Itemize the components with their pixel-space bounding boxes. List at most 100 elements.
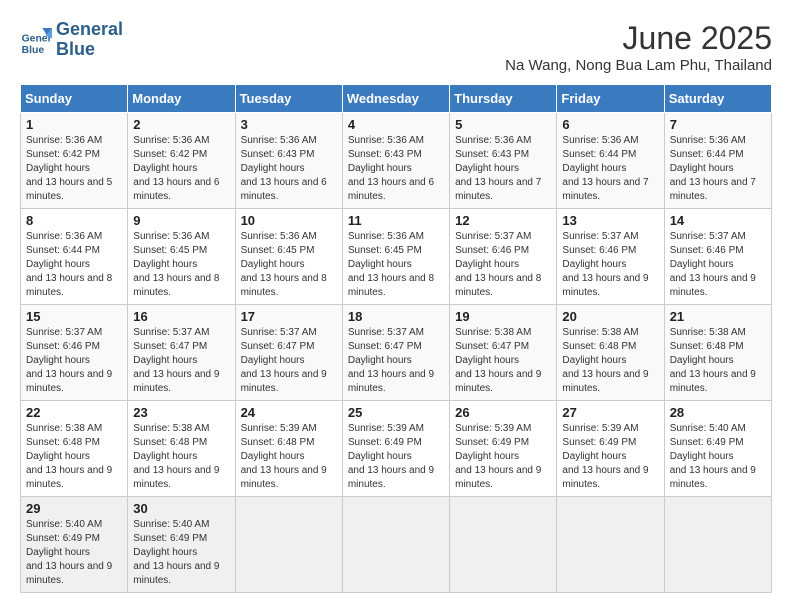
day-info: Sunrise: 5:40 AMSunset: 6:49 PMDaylight …	[133, 519, 219, 586]
col-thursday: Thursday	[450, 85, 557, 113]
day-info: Sunrise: 5:37 AMSunset: 6:46 PMDaylight …	[26, 327, 112, 394]
table-row: 1 Sunrise: 5:36 AMSunset: 6:42 PMDayligh…	[21, 113, 128, 209]
table-row: 22 Sunrise: 5:38 AMSunset: 6:48 PMDaylig…	[21, 401, 128, 497]
day-number: 7	[670, 117, 766, 132]
table-row: 25 Sunrise: 5:39 AMSunset: 6:49 PMDaylig…	[342, 401, 449, 497]
day-info: Sunrise: 5:36 AMSunset: 6:42 PMDaylight …	[26, 135, 112, 202]
table-row: 28 Sunrise: 5:40 AMSunset: 6:49 PMDaylig…	[664, 401, 771, 497]
col-saturday: Saturday	[664, 85, 771, 113]
day-info: Sunrise: 5:37 AMSunset: 6:46 PMDaylight …	[562, 231, 648, 298]
day-info: Sunrise: 5:36 AMSunset: 6:42 PMDaylight …	[133, 135, 219, 202]
table-row: 12 Sunrise: 5:37 AMSunset: 6:46 PMDaylig…	[450, 209, 557, 305]
day-number: 18	[348, 309, 444, 324]
table-row: 6 Sunrise: 5:36 AMSunset: 6:44 PMDayligh…	[557, 113, 664, 209]
calendar-table: Sunday Monday Tuesday Wednesday Thursday…	[20, 84, 772, 593]
col-tuesday: Tuesday	[235, 85, 342, 113]
day-number: 8	[26, 213, 122, 228]
table-row	[235, 497, 342, 593]
day-number: 26	[455, 405, 551, 420]
table-row: 17 Sunrise: 5:37 AMSunset: 6:47 PMDaylig…	[235, 305, 342, 401]
day-info: Sunrise: 5:37 AMSunset: 6:47 PMDaylight …	[241, 327, 327, 394]
table-row: 21 Sunrise: 5:38 AMSunset: 6:48 PMDaylig…	[664, 305, 771, 401]
day-info: Sunrise: 5:36 AMSunset: 6:44 PMDaylight …	[26, 231, 112, 298]
calendar-week-row: 22 Sunrise: 5:38 AMSunset: 6:48 PMDaylig…	[21, 401, 772, 497]
logo-text: General Blue	[56, 20, 123, 60]
day-number: 24	[241, 405, 337, 420]
table-row: 11 Sunrise: 5:36 AMSunset: 6:45 PMDaylig…	[342, 209, 449, 305]
day-info: Sunrise: 5:36 AMSunset: 6:43 PMDaylight …	[455, 135, 541, 202]
table-row: 19 Sunrise: 5:38 AMSunset: 6:47 PMDaylig…	[450, 305, 557, 401]
svg-text:Blue: Blue	[22, 45, 45, 56]
table-row	[664, 497, 771, 593]
table-row: 2 Sunrise: 5:36 AMSunset: 6:42 PMDayligh…	[128, 113, 235, 209]
day-number: 28	[670, 405, 766, 420]
day-info: Sunrise: 5:38 AMSunset: 6:48 PMDaylight …	[670, 327, 756, 394]
day-info: Sunrise: 5:36 AMSunset: 6:44 PMDaylight …	[670, 135, 756, 202]
day-number: 20	[562, 309, 658, 324]
day-info: Sunrise: 5:36 AMSunset: 6:44 PMDaylight …	[562, 135, 648, 202]
day-number: 11	[348, 213, 444, 228]
day-number: 13	[562, 213, 658, 228]
table-row: 3 Sunrise: 5:36 AMSunset: 6:43 PMDayligh…	[235, 113, 342, 209]
col-sunday: Sunday	[21, 85, 128, 113]
day-info: Sunrise: 5:37 AMSunset: 6:46 PMDaylight …	[455, 231, 541, 298]
table-row: 30 Sunrise: 5:40 AMSunset: 6:49 PMDaylig…	[128, 497, 235, 593]
day-number: 22	[26, 405, 122, 420]
day-number: 12	[455, 213, 551, 228]
table-row: 4 Sunrise: 5:36 AMSunset: 6:43 PMDayligh…	[342, 113, 449, 209]
calendar-week-row: 8 Sunrise: 5:36 AMSunset: 6:44 PMDayligh…	[21, 209, 772, 305]
logo-icon: General Blue	[20, 24, 52, 56]
day-info: Sunrise: 5:38 AMSunset: 6:48 PMDaylight …	[562, 327, 648, 394]
table-row	[342, 497, 449, 593]
table-row: 8 Sunrise: 5:36 AMSunset: 6:44 PMDayligh…	[21, 209, 128, 305]
table-row: 14 Sunrise: 5:37 AMSunset: 6:46 PMDaylig…	[664, 209, 771, 305]
page-header: General Blue General Blue June 2025 Na W…	[20, 20, 772, 74]
table-row: 10 Sunrise: 5:36 AMSunset: 6:45 PMDaylig…	[235, 209, 342, 305]
table-row: 9 Sunrise: 5:36 AMSunset: 6:45 PMDayligh…	[128, 209, 235, 305]
table-row: 5 Sunrise: 5:36 AMSunset: 6:43 PMDayligh…	[450, 113, 557, 209]
day-number: 5	[455, 117, 551, 132]
day-number: 14	[670, 213, 766, 228]
table-row: 29 Sunrise: 5:40 AMSunset: 6:49 PMDaylig…	[21, 497, 128, 593]
calendar-week-row: 15 Sunrise: 5:37 AMSunset: 6:46 PMDaylig…	[21, 305, 772, 401]
day-info: Sunrise: 5:37 AMSunset: 6:47 PMDaylight …	[348, 327, 434, 394]
day-number: 17	[241, 309, 337, 324]
day-info: Sunrise: 5:36 AMSunset: 6:45 PMDaylight …	[241, 231, 327, 298]
col-monday: Monday	[128, 85, 235, 113]
day-number: 19	[455, 309, 551, 324]
day-number: 6	[562, 117, 658, 132]
day-info: Sunrise: 5:38 AMSunset: 6:48 PMDaylight …	[133, 423, 219, 490]
day-number: 2	[133, 117, 229, 132]
day-number: 3	[241, 117, 337, 132]
table-row: 15 Sunrise: 5:37 AMSunset: 6:46 PMDaylig…	[21, 305, 128, 401]
day-info: Sunrise: 5:40 AMSunset: 6:49 PMDaylight …	[670, 423, 756, 490]
day-number: 27	[562, 405, 658, 420]
day-info: Sunrise: 5:36 AMSunset: 6:43 PMDaylight …	[348, 135, 434, 202]
day-info: Sunrise: 5:39 AMSunset: 6:48 PMDaylight …	[241, 423, 327, 490]
table-row: 18 Sunrise: 5:37 AMSunset: 6:47 PMDaylig…	[342, 305, 449, 401]
day-number: 4	[348, 117, 444, 132]
day-number: 23	[133, 405, 229, 420]
table-row: 24 Sunrise: 5:39 AMSunset: 6:48 PMDaylig…	[235, 401, 342, 497]
col-wednesday: Wednesday	[342, 85, 449, 113]
day-info: Sunrise: 5:37 AMSunset: 6:47 PMDaylight …	[133, 327, 219, 394]
calendar-subtitle: Na Wang, Nong Bua Lam Phu, Thailand	[505, 57, 772, 74]
table-row: 27 Sunrise: 5:39 AMSunset: 6:49 PMDaylig…	[557, 401, 664, 497]
table-row: 16 Sunrise: 5:37 AMSunset: 6:47 PMDaylig…	[128, 305, 235, 401]
day-info: Sunrise: 5:36 AMSunset: 6:45 PMDaylight …	[348, 231, 434, 298]
col-friday: Friday	[557, 85, 664, 113]
title-block: June 2025 Na Wang, Nong Bua Lam Phu, Tha…	[505, 20, 772, 74]
table-row: 23 Sunrise: 5:38 AMSunset: 6:48 PMDaylig…	[128, 401, 235, 497]
day-number: 29	[26, 501, 122, 516]
calendar-header-row: Sunday Monday Tuesday Wednesday Thursday…	[21, 85, 772, 113]
day-info: Sunrise: 5:40 AMSunset: 6:49 PMDaylight …	[26, 519, 112, 586]
table-row: 7 Sunrise: 5:36 AMSunset: 6:44 PMDayligh…	[664, 113, 771, 209]
calendar-title: June 2025	[505, 20, 772, 57]
day-number: 30	[133, 501, 229, 516]
table-row	[450, 497, 557, 593]
day-number: 15	[26, 309, 122, 324]
day-number: 1	[26, 117, 122, 132]
day-number: 21	[670, 309, 766, 324]
day-info: Sunrise: 5:36 AMSunset: 6:45 PMDaylight …	[133, 231, 219, 298]
calendar-week-row: 1 Sunrise: 5:36 AMSunset: 6:42 PMDayligh…	[21, 113, 772, 209]
